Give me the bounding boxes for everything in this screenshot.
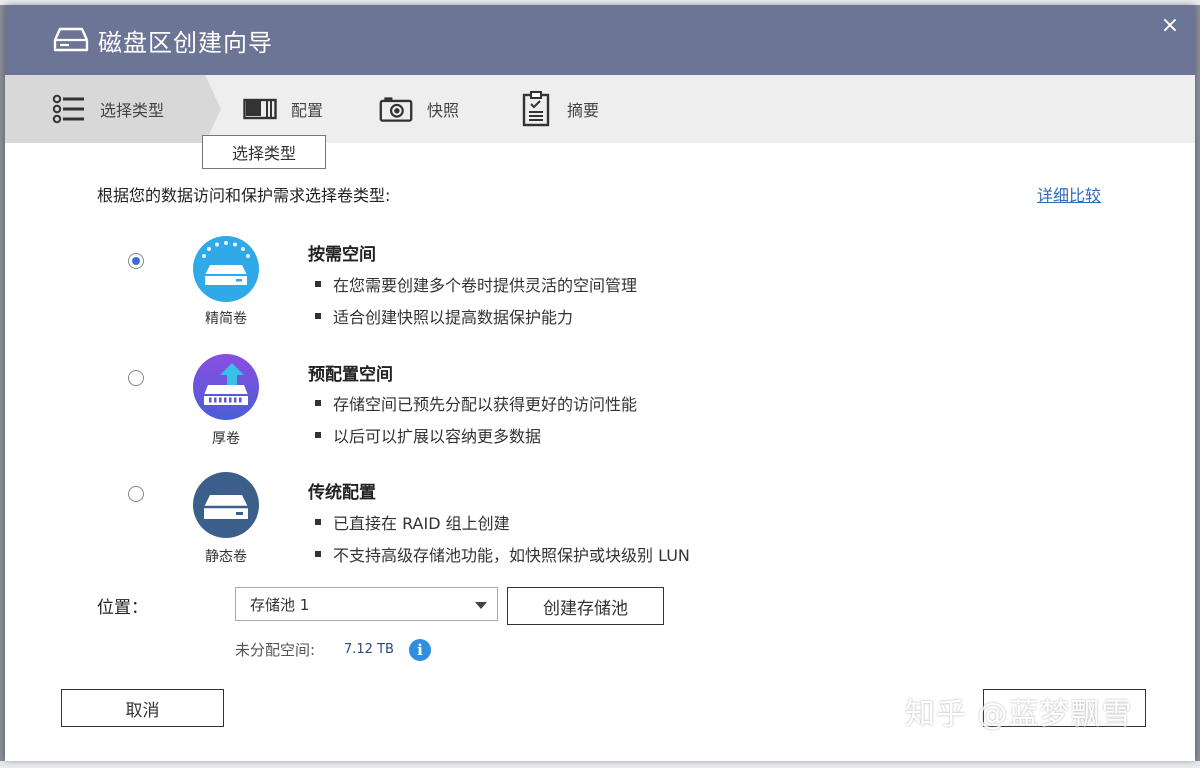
config-icon [243,92,277,126]
disk-icon [53,27,89,52]
step-label: 选择类型 [100,101,165,120]
option-bullet: 存储空间已预先分配以获得更好的访问性能 [315,391,637,415]
step-snapshot[interactable]: 快照 [379,75,459,143]
static-volume-radio[interactable] [128,486,144,502]
detailed-compare-link[interactable]: 详细比较 [1037,182,1101,206]
step-label: 配置 [291,101,324,120]
active-step-arrow [205,75,221,143]
instruction-text: 根据您的数据访问和保护需求选择卷类型: [97,186,391,205]
wizard-steps: 选择类型 配置 快照 摘要 [5,75,1195,143]
static-volume-title: 传统配置 [308,483,376,503]
step-label: 快照 [427,101,460,120]
storage-pool-select[interactable]: 存储池 1 [235,587,498,621]
volume-creation-wizard-dialog: 磁盘区创建向导 × 选择类型 配置 快照 摘要 选择类型 根据您的数据访问和保护… [5,5,1195,761]
info-icon[interactable]: i [409,639,431,661]
step-select-type[interactable]: 选择类型 [52,75,164,143]
volume-option-thick[interactable]: 厚卷 预配置空间 存储空间已预先分配以获得更好的访问性能 以后可以扩展以容纳更多… [5,353,1195,463]
step-label: 摘要 [567,101,600,120]
option-bullet: 适合创建快照以提高数据保护能力 [315,304,573,328]
location-label: 位置： [97,598,148,618]
thin-volume-label: 精简卷 [205,311,247,327]
volume-option-thin[interactable]: 精简卷 按需空间 在您需要创建多个卷时提供灵活的空间管理 适合创建快照以提高数据… [5,235,1195,345]
title-bar: 磁盘区创建向导 × [5,5,1195,75]
unallocated-space-label: 未分配空间: [235,641,316,659]
watermark-text: 知乎 @蓝梦飘雪 [905,697,1133,732]
camera-icon [379,92,413,126]
thick-volume-icon [193,354,259,420]
step-config[interactable]: 配置 [243,75,323,143]
dropdown-caret-icon [475,602,487,609]
thick-volume-label: 厚卷 [212,431,240,447]
create-storage-pool-button[interactable]: 创建存储池 [507,587,664,625]
window-title: 磁盘区创建向导 [98,29,273,57]
thick-volume-radio[interactable] [128,370,144,386]
unallocated-space-value: 7.12 TB [344,642,394,657]
thin-volume-radio[interactable] [128,253,144,269]
option-bullet: 已直接在 RAID 组上创建 [315,510,510,534]
volume-option-static[interactable]: 静态卷 传统配置 已直接在 RAID 组上创建 不支持高级存储池功能，如快照保护… [5,471,1195,581]
option-bullet: 不支持高级存储池功能，如快照保护或块级别 LUN [315,542,690,566]
static-volume-icon [193,472,259,538]
static-volume-label: 静态卷 [205,549,247,565]
clipboard-icon [519,91,553,127]
storage-pool-select-value: 存储池 1 [250,595,310,614]
close-icon[interactable]: × [1159,15,1181,37]
thin-volume-icon [193,236,259,302]
list-icon [52,92,86,126]
thin-volume-title: 按需空间 [308,245,376,265]
step-tooltip: 选择类型 [202,135,326,169]
cancel-button[interactable]: 取消 [61,689,224,727]
option-bullet: 在您需要创建多个卷时提供灵活的空间管理 [315,272,637,296]
step-summary[interactable]: 摘要 [519,75,599,143]
thick-volume-title: 预配置空间 [308,365,393,385]
option-bullet: 以后可以扩展以容纳更多数据 [315,423,541,447]
